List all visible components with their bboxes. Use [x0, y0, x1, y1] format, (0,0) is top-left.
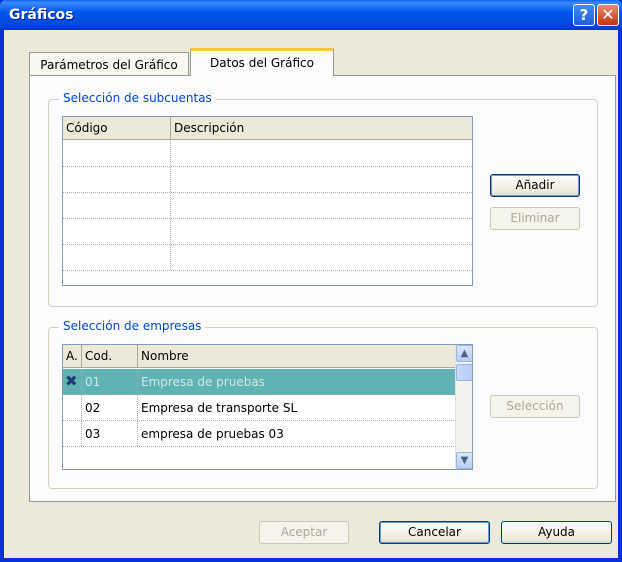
help-title-button[interactable]: ?	[573, 4, 595, 26]
dialog-window: Gráficos ? ✕ Parámetros del Gráfico Dato…	[0, 0, 622, 562]
cell-activa[interactable]	[63, 421, 82, 446]
scroll-up-button[interactable]: ▲	[456, 345, 472, 362]
chevron-down-icon: ▼	[460, 455, 469, 466]
cell-descripcion	[171, 141, 472, 166]
table-row[interactable]	[63, 193, 472, 219]
cell-nombre: Empresa de transporte SL	[141, 401, 298, 415]
cell-descripcion	[171, 193, 472, 218]
cell-nombre: Empresa de pruebas	[141, 375, 265, 389]
title-bar: Gráficos ? ✕	[0, 0, 622, 30]
cell-codigo	[63, 141, 171, 166]
scroll-thumb[interactable]	[456, 364, 472, 381]
column-header-codigo[interactable]: Código	[63, 117, 171, 140]
help-button[interactable]: Ayuda	[501, 521, 612, 544]
cell-codigo: 01	[82, 369, 138, 394]
remove-button[interactable]: Eliminar	[490, 207, 580, 230]
table-row[interactable]: 02 Empresa de transporte SL	[63, 395, 472, 421]
window-title: Gráficos	[9, 7, 74, 23]
column-header-activa[interactable]: A.	[63, 345, 82, 368]
question-icon: ?	[579, 6, 589, 24]
cell-codigo	[63, 167, 171, 192]
grid-header: A. Cod. Nombre	[63, 345, 472, 368]
empresas-group: Selección de empresas A. Cod. Nombre ✖ 0…	[48, 319, 598, 489]
table-row[interactable]	[63, 219, 472, 245]
tab-datos[interactable]: Datos del Gráfico	[190, 48, 334, 76]
cell-codigo: 02	[82, 395, 138, 420]
cell-descripcion	[171, 219, 472, 244]
empresas-grid[interactable]: A. Cod. Nombre ✖ 01 Empresa de pruebas 0…	[62, 344, 473, 470]
tab-parametros[interactable]: Parámetros del Gráfico	[29, 52, 189, 76]
cell-descripcion	[171, 167, 472, 192]
column-header-nombre[interactable]: Nombre	[138, 345, 456, 368]
cancel-button[interactable]: Cancelar	[379, 521, 490, 544]
column-header-codigo[interactable]: Cod.	[82, 345, 138, 368]
cell-codigo	[63, 193, 171, 218]
add-button[interactable]: Añadir	[490, 174, 580, 197]
cell-activa[interactable]: ✖	[63, 369, 82, 394]
grid-header: Código Descripción	[63, 117, 472, 140]
scroll-down-button[interactable]: ▼	[456, 452, 472, 469]
subcuentas-grid[interactable]: Código Descripción	[62, 116, 473, 286]
accept-button[interactable]: Aceptar	[259, 521, 349, 544]
close-icon: ✕	[601, 5, 615, 24]
cell-codigo: 03	[82, 421, 138, 446]
empresas-legend: Selección de empresas	[59, 319, 206, 333]
chevron-up-icon: ▲	[460, 348, 469, 359]
cell-nombre: empresa de pruebas 03	[141, 427, 284, 441]
subcuentas-group: Selección de subcuentas Código Descripci…	[48, 91, 598, 307]
column-header-descripcion[interactable]: Descripción	[171, 117, 472, 140]
table-row[interactable]	[63, 167, 472, 193]
table-row[interactable]: 03 empresa de pruebas 03	[63, 421, 472, 447]
vertical-scrollbar[interactable]: ▲ ▼	[455, 345, 472, 469]
cell-codigo	[63, 245, 171, 270]
cell-codigo	[63, 219, 171, 244]
cell-descripcion	[171, 245, 472, 270]
selection-button[interactable]: Selección	[490, 395, 580, 418]
table-row[interactable]: ✖ 01 Empresa de pruebas	[63, 369, 472, 395]
subcuentas-legend: Selección de subcuentas	[59, 91, 216, 105]
close-title-button[interactable]: ✕	[597, 4, 619, 26]
table-row[interactable]	[63, 245, 472, 271]
table-row[interactable]	[63, 141, 472, 167]
tab-panel: Selección de subcuentas Código Descripci…	[29, 75, 616, 502]
cell-activa[interactable]	[63, 395, 82, 420]
x-mark-icon: ✖	[65, 372, 78, 390]
